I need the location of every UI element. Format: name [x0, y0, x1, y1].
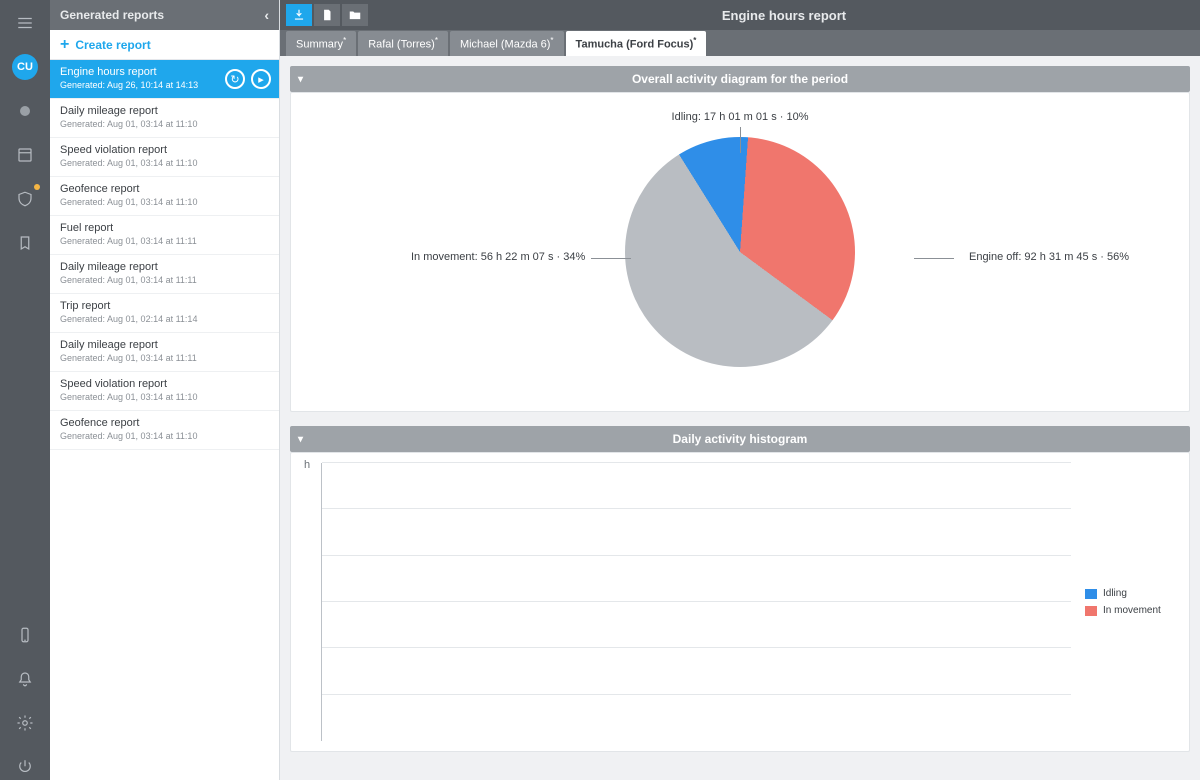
legend-idle-swatch — [1085, 589, 1097, 599]
rail-phone-icon[interactable] — [12, 622, 38, 648]
reports-sidebar: Generated reports ‹ + Create report Engi… — [50, 0, 280, 780]
report-content[interactable]: ▾ Overall activity diagram for the perio… — [280, 56, 1200, 780]
rail-dot-item[interactable] — [12, 98, 38, 124]
legend-move: In movement — [1085, 605, 1175, 616]
report-item-title: Daily mileage report — [60, 105, 269, 117]
report-item-subtitle: Generated: Aug 01, 02:14 at 11:14 — [60, 314, 269, 324]
report-item-subtitle: Generated: Aug 01, 03:14 at 11:11 — [60, 236, 269, 246]
rail-gear-icon[interactable] — [12, 710, 38, 736]
vehicle-tabs: Summary*Rafal (Torres)*Michael (Mazda 6)… — [280, 30, 1200, 56]
main-area: Engine hours report Summary*Rafal (Torre… — [280, 0, 1200, 780]
sidebar-header: Generated reports ‹ — [50, 0, 279, 30]
report-item-subtitle: Generated: Aug 01, 03:14 at 11:10 — [60, 197, 269, 207]
report-item[interactable]: Daily mileage report Generated: Aug 01, … — [50, 255, 279, 294]
doc-button[interactable] — [314, 4, 340, 26]
report-item-title: Geofence report — [60, 183, 269, 195]
legend-idle-label: Idling — [1103, 588, 1127, 599]
pie-panel-title: Overall activity diagram for the period — [632, 72, 848, 86]
vehicle-tab[interactable]: Summary* — [286, 31, 356, 56]
report-item[interactable]: Fuel report Generated: Aug 01, 03:14 at … — [50, 216, 279, 255]
rail-bell-icon[interactable] — [12, 666, 38, 692]
report-item-subtitle: Generated: Aug 01, 03:14 at 11:11 — [60, 353, 269, 363]
legend-idle: Idling — [1085, 588, 1175, 599]
rail-bookmark-icon[interactable] — [12, 230, 38, 256]
rail-panel-icon[interactable] — [12, 142, 38, 168]
sidebar-title: Generated reports — [60, 8, 164, 22]
reports-list[interactable]: Engine hours report Generated: Aug 26, 1… — [50, 60, 279, 780]
report-item-title: Daily mileage report — [60, 261, 269, 273]
report-item[interactable]: Engine hours report Generated: Aug 26, 1… — [50, 60, 279, 99]
report-item-title: Speed violation report — [60, 144, 269, 156]
sidebar-collapse-icon[interactable]: ‹ — [264, 7, 269, 23]
report-item-title: Speed violation report — [60, 378, 269, 390]
pie-label-off: Engine off: 92 h 31 m 45 s · 56% — [969, 251, 1129, 263]
create-report-label: Create report — [75, 38, 150, 52]
plus-icon: + — [60, 36, 69, 54]
report-item-title: Fuel report — [60, 222, 269, 234]
report-item[interactable]: Daily mileage report Generated: Aug 01, … — [50, 333, 279, 372]
bar-panel-header: ▾ Daily activity histogram — [290, 426, 1190, 452]
pie-chart: Idling: 17 h 01 m 01 s · 10% In movement… — [290, 92, 1190, 412]
pie-collapse-icon[interactable]: ▾ — [298, 74, 303, 85]
vehicle-tab[interactable]: Michael (Mazda 6)* — [450, 31, 564, 56]
bar-collapse-icon[interactable]: ▾ — [298, 434, 303, 445]
report-item[interactable]: Daily mileage report Generated: Aug 01, … — [50, 99, 279, 138]
bar-plot-area: h — [321, 463, 1071, 741]
pie-graphic — [625, 137, 855, 367]
pie-label-idle: Idling: 17 h 01 m 01 s · 10% — [672, 111, 809, 123]
report-item-subtitle: Generated: Aug 01, 03:14 at 11:10 — [60, 119, 269, 129]
title-tools — [286, 4, 368, 26]
app-rail: CU — [0, 0, 50, 780]
pie-leader-move — [591, 258, 631, 259]
rail-shield-icon[interactable] — [12, 186, 38, 212]
bar-panel: ▾ Daily activity histogram h Idling — [290, 426, 1190, 752]
vehicle-tab[interactable]: Tamucha (Ford Focus)* — [566, 31, 707, 56]
legend-move-swatch — [1085, 606, 1097, 616]
report-item[interactable]: Speed violation report Generated: Aug 01… — [50, 372, 279, 411]
create-report-button[interactable]: + Create report — [50, 30, 279, 60]
report-item-subtitle: Generated: Aug 01, 03:14 at 11:10 — [60, 392, 269, 402]
report-item-subtitle: Generated: Aug 01, 03:14 at 11:10 — [60, 158, 269, 168]
report-item-title: Geofence report — [60, 417, 269, 429]
rail-menu-icon[interactable] — [12, 10, 38, 36]
report-item-subtitle: Generated: Aug 01, 03:14 at 11:10 — [60, 431, 269, 441]
vehicle-tab[interactable]: Rafal (Torres)* — [358, 31, 448, 56]
pie-leader-idle — [740, 127, 741, 153]
report-item-title: Trip report — [60, 300, 269, 312]
report-item[interactable]: Trip report Generated: Aug 01, 02:14 at … — [50, 294, 279, 333]
download-button[interactable] — [286, 4, 312, 26]
report-item[interactable]: Geofence report Generated: Aug 01, 03:14… — [50, 177, 279, 216]
pie-label-move: In movement: 56 h 22 m 07 s · 34% — [411, 251, 585, 263]
pie-panel: ▾ Overall activity diagram for the perio… — [290, 66, 1190, 412]
bar-chart: h Idling In movement — [290, 452, 1190, 752]
report-play-icon[interactable]: ▸ — [251, 69, 271, 89]
title-bar: Engine hours report — [280, 0, 1200, 30]
legend-move-label: In movement — [1103, 605, 1161, 616]
pie-panel-header: ▾ Overall activity diagram for the perio… — [290, 66, 1190, 92]
bar-y-axis-label: h — [304, 459, 310, 471]
report-item-subtitle: Generated: Aug 01, 03:14 at 11:11 — [60, 275, 269, 285]
bar-panel-title: Daily activity histogram — [673, 432, 808, 446]
pie-leader-off — [914, 258, 954, 259]
report-item[interactable]: Geofence report Generated: Aug 01, 03:14… — [50, 411, 279, 450]
page-title: Engine hours report — [368, 8, 1200, 23]
report-item[interactable]: Speed violation report Generated: Aug 01… — [50, 138, 279, 177]
rail-active-module[interactable]: CU — [12, 54, 38, 80]
folder-button[interactable] — [342, 4, 368, 26]
report-refresh-icon[interactable]: ↻ — [225, 69, 245, 89]
report-item-title: Daily mileage report — [60, 339, 269, 351]
bar-legend: Idling In movement — [1085, 463, 1175, 741]
rail-power-icon[interactable] — [12, 754, 38, 780]
